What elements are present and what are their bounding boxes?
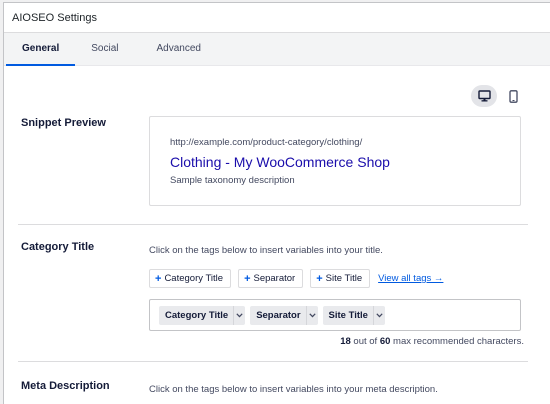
title-tag-chip[interactable]: Site Title: [322, 305, 385, 325]
chevron-down-icon[interactable]: [233, 305, 245, 325]
snippet-title: Clothing - My WooCommerce Shop: [170, 154, 390, 170]
insert-category-title-tag-button[interactable]: + Category Title: [149, 269, 232, 288]
category-title-label: Category Title: [21, 241, 95, 253]
insert-separator-tag-button[interactable]: + Separator: [238, 269, 304, 288]
tab-general[interactable]: General: [6, 32, 76, 66]
meta-description-label: Meta Description: [21, 380, 110, 392]
mobile-preview-button[interactable]: [501, 85, 525, 107]
plus-icon: +: [244, 272, 251, 285]
chevron-down-icon[interactable]: [305, 305, 318, 325]
snippet-preview: http://example.com/product-category/clot…: [149, 116, 521, 206]
snippet-preview-label: Snippet Preview: [21, 117, 106, 129]
view-all-tags-link[interactable]: View all tags →: [378, 273, 443, 284]
plus-icon: +: [155, 272, 162, 285]
insert-site-title-tag-button[interactable]: + Site Title: [310, 269, 371, 288]
desktop-preview-button[interactable]: [471, 85, 497, 107]
panel-title: AIOSEO Settings: [4, 3, 550, 33]
tab-social[interactable]: Social: [75, 32, 140, 65]
plus-icon: +: [316, 272, 323, 285]
chevron-down-icon[interactable]: [372, 305, 385, 325]
mobile-icon: [508, 89, 518, 103]
insert-tag-row: + Category Title + Separator + Site Titl…: [149, 269, 443, 288]
category-title-helper: Click on the tags below to insert variab…: [149, 245, 383, 256]
desktop-icon: [477, 90, 491, 102]
meta-description-helper: Click on the tags below to insert variab…: [149, 384, 438, 395]
tab-advanced[interactable]: Advanced: [141, 32, 217, 65]
section-divider: [18, 224, 528, 225]
snippet-url: http://example.com/product-category/clot…: [170, 137, 363, 148]
category-title-input[interactable]: Category Title Separator Site Title: [149, 299, 521, 331]
snippet-description: Sample taxonomy description: [170, 175, 295, 186]
title-tag-chip[interactable]: Separator: [250, 305, 318, 325]
section-divider: [18, 361, 528, 362]
device-toggle: [471, 85, 525, 107]
title-tag-chip[interactable]: Category Title: [159, 305, 246, 325]
tab-bar: General Social Advanced: [4, 33, 550, 66]
character-counter: 18 out of 60 max recommended characters.: [340, 336, 524, 347]
